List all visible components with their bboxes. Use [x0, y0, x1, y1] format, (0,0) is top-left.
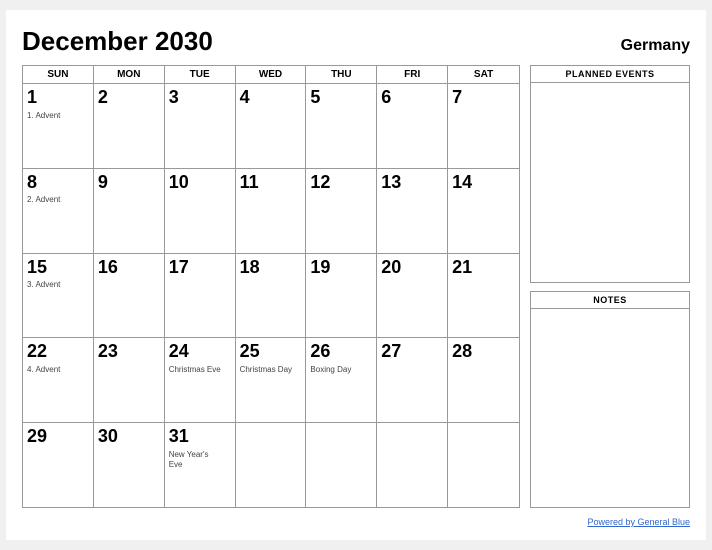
day-header-sun: SUN: [23, 66, 94, 83]
calendar-week: 8 2. Advent 9 10 11 12: [23, 169, 519, 254]
notes-content: [531, 309, 689, 508]
calendar-day: 31 New Year'sEve: [165, 423, 236, 507]
calendar-day: 8 2. Advent: [23, 169, 94, 253]
page: December 2030 Germany SUN MON TUE WED TH…: [6, 10, 706, 540]
calendar-day: 30: [94, 423, 165, 507]
calendar-day-empty: [377, 423, 448, 507]
day-headers: SUN MON TUE WED THU FRI SAT: [23, 66, 519, 84]
header: December 2030 Germany: [22, 26, 690, 57]
notes-title: NOTES: [531, 292, 689, 309]
calendar-day: 16: [94, 254, 165, 338]
planned-events-content: [531, 83, 689, 282]
calendar-day: 17: [165, 254, 236, 338]
calendar-day: 23: [94, 338, 165, 422]
day-header-tue: TUE: [165, 66, 236, 83]
calendar-day: 18: [236, 254, 307, 338]
calendar-day: 15 3. Advent: [23, 254, 94, 338]
calendar-week: 1 1. Advent 2 3 4 5: [23, 84, 519, 169]
calendar-grid: 1 1. Advent 2 3 4 5: [23, 84, 519, 507]
page-title: December 2030: [22, 26, 213, 57]
sidebar: PLANNED EVENTS NOTES: [530, 65, 690, 508]
day-header-fri: FRI: [377, 66, 448, 83]
calendar-day-empty: [448, 423, 519, 507]
calendar-day: 27: [377, 338, 448, 422]
calendar-day: 25 Christmas Day: [236, 338, 307, 422]
calendar-day: 3: [165, 84, 236, 168]
calendar-day: 22 4. Advent: [23, 338, 94, 422]
planned-events-title: PLANNED EVENTS: [531, 66, 689, 83]
planned-events-box: PLANNED EVENTS: [530, 65, 690, 283]
calendar-week: 15 3. Advent 16 17 18 19: [23, 254, 519, 339]
calendar-day: 1 1. Advent: [23, 84, 94, 168]
calendar-day: 4: [236, 84, 307, 168]
calendar-day: 19: [306, 254, 377, 338]
day-header-mon: MON: [94, 66, 165, 83]
day-header-wed: WED: [236, 66, 307, 83]
day-header-thu: THU: [306, 66, 377, 83]
calendar-day: 10: [165, 169, 236, 253]
calendar-day: 28: [448, 338, 519, 422]
calendar-day: 9: [94, 169, 165, 253]
calendar-day: 13: [377, 169, 448, 253]
calendar-day-empty: [306, 423, 377, 507]
calendar-day: 7: [448, 84, 519, 168]
calendar-day: 20: [377, 254, 448, 338]
main-content: SUN MON TUE WED THU FRI SAT 1 1. Advent …: [22, 65, 690, 508]
calendar-day: 29: [23, 423, 94, 507]
calendar-day: 2: [94, 84, 165, 168]
calendar: SUN MON TUE WED THU FRI SAT 1 1. Advent …: [22, 65, 520, 508]
calendar-day: 14: [448, 169, 519, 253]
calendar-day: 26 Boxing Day: [306, 338, 377, 422]
country-label: Germany: [621, 37, 690, 55]
calendar-week: 22 4. Advent 23 24 Christmas Eve 25 Chri…: [23, 338, 519, 423]
calendar-day: 24 Christmas Eve: [165, 338, 236, 422]
calendar-day: 21: [448, 254, 519, 338]
calendar-day-empty: [236, 423, 307, 507]
calendar-day: 6: [377, 84, 448, 168]
calendar-day: 11: [236, 169, 307, 253]
calendar-day: 5: [306, 84, 377, 168]
powered-by-link[interactable]: Powered by General Blue: [587, 517, 690, 527]
footer: Powered by General Blue: [22, 512, 690, 530]
day-header-sat: SAT: [448, 66, 519, 83]
calendar-day: 12: [306, 169, 377, 253]
notes-box: NOTES: [530, 291, 690, 509]
calendar-week: 29 30 31 New Year'sEve: [23, 423, 519, 507]
